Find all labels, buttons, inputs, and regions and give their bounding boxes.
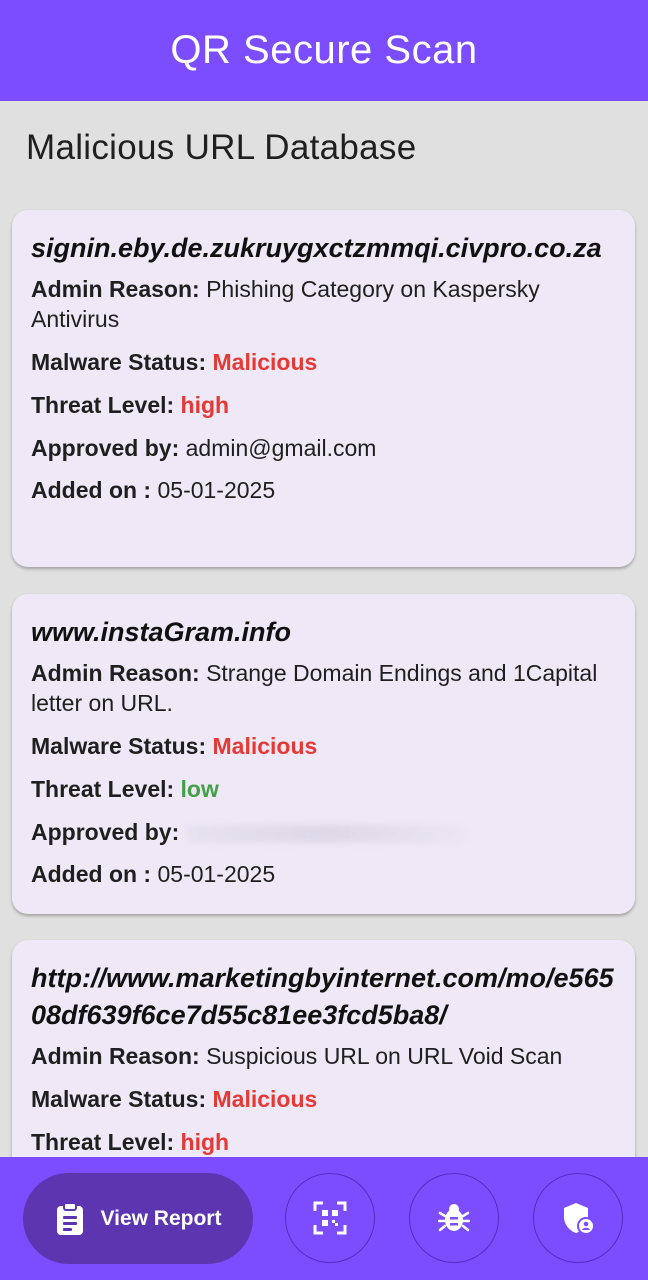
- admin-security-button[interactable]: [533, 1173, 623, 1263]
- added-on-row: Added on : 05-01-2025: [31, 859, 616, 889]
- malware-status-value: Malicious: [212, 349, 318, 375]
- page-heading: Malicious URL Database: [26, 128, 417, 167]
- threat-level-value: high: [180, 392, 230, 418]
- malware-status-row: Malware Status: Malicious: [31, 347, 616, 377]
- approved-by-label: Approved by:: [31, 435, 180, 461]
- admin-reason-label: Admin Reason:: [31, 1043, 200, 1069]
- added-on-label: Added on :: [31, 861, 152, 887]
- shield-user-icon: [562, 1201, 594, 1235]
- admin-reason-label: Admin Reason:: [31, 276, 200, 302]
- malware-status-label: Malware Status:: [31, 1086, 207, 1112]
- threat-level-row: Threat Level: high: [31, 390, 616, 420]
- view-report-button[interactable]: View Report: [23, 1173, 253, 1264]
- threat-level-row: Threat Level: low: [31, 774, 616, 804]
- added-on-label: Added on :: [31, 477, 152, 503]
- clipboard-icon: [55, 1201, 85, 1236]
- malware-status-value: Malicious: [212, 1086, 318, 1112]
- app-title: QR Secure Scan: [170, 28, 478, 72]
- added-on-value: 05-01-2025: [157, 477, 276, 503]
- added-on-value: 05-01-2025: [157, 861, 276, 887]
- added-on-row: Added on : 05-01-2025: [31, 475, 616, 505]
- card-url: www.instaGram.info: [31, 617, 292, 647]
- threat-level-row: Threat Level: high: [31, 1127, 616, 1157]
- bottom-navigation: View Report: [0, 1157, 648, 1280]
- bug-icon: [438, 1202, 470, 1234]
- threat-level-value: low: [180, 776, 219, 802]
- malware-status-row: Malware Status: Malicious: [31, 1084, 616, 1114]
- approved-by-value: admin@gmail.com: [185, 435, 377, 461]
- qr-scan-button[interactable]: [285, 1173, 375, 1263]
- malware-status-label: Malware Status:: [31, 733, 207, 759]
- bug-report-button[interactable]: [409, 1173, 499, 1263]
- card-url: http://www.marketingbyinternet.com/mo/e5…: [31, 963, 614, 1030]
- malware-status-label: Malware Status:: [31, 349, 207, 375]
- approved-by-redacted: [185, 824, 466, 843]
- card-url: signin.eby.de.zukruygxctzmmqi.civpro.co.…: [31, 233, 602, 263]
- threat-level-label: Threat Level:: [31, 1129, 175, 1155]
- view-report-label: View Report: [100, 1206, 222, 1230]
- app-bar: QR Secure Scan: [0, 0, 648, 101]
- url-card[interactable]: www.instaGram.info Admin Reason: Strange…: [12, 594, 635, 914]
- admin-reason-row: Admin Reason: Phishing Category on Kaspe…: [31, 274, 616, 334]
- threat-level-label: Threat Level:: [31, 392, 175, 418]
- threat-level-label: Threat Level:: [31, 776, 175, 802]
- admin-reason-row: Admin Reason: Strange Domain Endings and…: [31, 658, 616, 718]
- admin-reason-value: Suspicious URL on URL Void Scan: [206, 1043, 563, 1069]
- approved-by-label: Approved by:: [31, 819, 180, 845]
- malware-status-row: Malware Status: Malicious: [31, 731, 616, 761]
- malware-status-value: Malicious: [212, 733, 318, 759]
- admin-reason-row: Admin Reason: Suspicious URL on URL Void…: [31, 1041, 616, 1071]
- approved-by-row: Approved by:: [31, 817, 616, 847]
- qr-scan-icon: [313, 1201, 347, 1235]
- url-card[interactable]: signin.eby.de.zukruygxctzmmqi.civpro.co.…: [12, 210, 635, 567]
- approved-by-row: Approved by: admin@gmail.com: [31, 433, 616, 463]
- admin-reason-label: Admin Reason:: [31, 660, 200, 686]
- threat-level-value: high: [180, 1129, 230, 1155]
